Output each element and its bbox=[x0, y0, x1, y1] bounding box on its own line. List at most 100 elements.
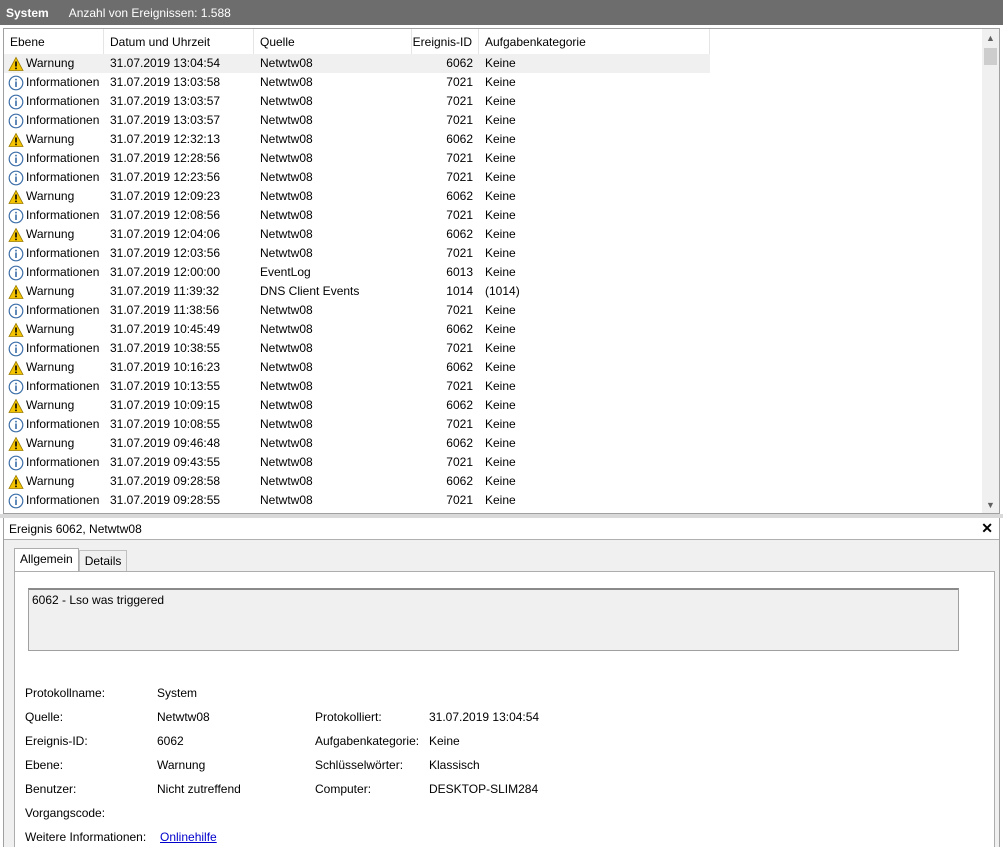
info-icon bbox=[8, 341, 24, 357]
cell-source: Netwtw08 bbox=[260, 75, 313, 89]
cell-category: Keine bbox=[485, 75, 516, 89]
level-text: Warnung bbox=[26, 227, 75, 241]
event-list[interactable]: Ebene Datum und Uhrzeit Quelle Ereignis-… bbox=[3, 28, 1000, 514]
table-row[interactable]: Warnung 31.07.2019 12:32:13 Netwtw08 6062 Ke… bbox=[4, 130, 984, 149]
info-icon bbox=[8, 151, 24, 167]
cell-source: Netwtw08 bbox=[260, 113, 313, 127]
cell-level: Warnung bbox=[4, 54, 104, 73]
warning-icon bbox=[8, 284, 24, 300]
cell-date: 31.07.2019 10:09:15 bbox=[110, 398, 221, 412]
label-source: Quelle: bbox=[25, 710, 64, 724]
detail-tabs: Allgemein Details bbox=[14, 548, 128, 572]
cell-source: Netwtw08 bbox=[260, 474, 313, 488]
cell-date: 31.07.2019 12:08:56 bbox=[110, 208, 221, 222]
cell-level: Warnung bbox=[4, 225, 104, 244]
warning-icon bbox=[8, 227, 24, 243]
cell-category: Keine bbox=[485, 189, 516, 203]
column-header-date[interactable]: Datum und Uhrzeit bbox=[104, 29, 254, 55]
vertical-scrollbar[interactable]: ▲ ▼ bbox=[982, 29, 999, 513]
info-icon bbox=[8, 455, 24, 471]
cell-event-id: 7021 bbox=[446, 75, 473, 89]
table-row[interactable]: Informationen 31.07.2019 13:03:57 Netwtw08… bbox=[4, 92, 984, 111]
event-count: Anzahl von Ereignissen: 1.588 bbox=[68, 5, 231, 20]
cell-level: Informationen bbox=[4, 301, 104, 320]
cell-level: Informationen bbox=[4, 244, 104, 263]
table-row[interactable]: Warnung 31.07.2019 11:39:32 DNS Client Eve… bbox=[4, 282, 984, 301]
warning-icon bbox=[8, 56, 24, 72]
warning-icon bbox=[8, 322, 24, 338]
table-row[interactable]: Informationen 31.07.2019 12:28:56 Netwtw08… bbox=[4, 149, 984, 168]
detail-header: Ereignis 6062, Netwtw08 ✕ bbox=[4, 518, 999, 540]
cell-level: Warnung bbox=[4, 358, 104, 377]
cell-event-id: 6062 bbox=[446, 132, 473, 146]
level-text: Informationen bbox=[26, 170, 100, 184]
column-header-event-id[interactable]: Ereignis-ID bbox=[412, 29, 479, 55]
cell-source: Netwtw08 bbox=[260, 208, 313, 222]
table-row[interactable]: Warnung 31.07.2019 13:04:54 Netwtw08 6062 Ke… bbox=[4, 54, 710, 73]
cell-category: Keine bbox=[485, 455, 516, 469]
scroll-thumb[interactable] bbox=[984, 48, 997, 65]
cell-date: 31.07.2019 12:32:13 bbox=[110, 132, 221, 146]
cell-event-id: 6062 bbox=[446, 398, 473, 412]
tab-details[interactable]: Details bbox=[78, 550, 128, 572]
cell-date: 31.07.2019 11:38:56 bbox=[110, 303, 220, 317]
table-row[interactable]: Informationen 31.07.2019 10:13:55 Netwtw08… bbox=[4, 377, 984, 396]
online-help-link[interactable]: Onlinehilfe bbox=[160, 830, 217, 844]
label-user: Benutzer: bbox=[25, 782, 77, 796]
table-row[interactable]: Informationen 31.07.2019 12:08:56 Netwtw08… bbox=[4, 206, 984, 225]
level-text: Informationen bbox=[26, 94, 100, 108]
table-row[interactable]: Informationen 31.07.2019 09:43:55 Netwtw08… bbox=[4, 453, 984, 472]
table-row[interactable]: Informationen 31.07.2019 09:28:55 Netwtw08… bbox=[4, 491, 984, 510]
cell-event-id: 7021 bbox=[446, 170, 473, 184]
info-icon bbox=[8, 208, 24, 224]
table-row[interactable]: Warnung 31.07.2019 10:09:15 Netwtw08 6062 Ke… bbox=[4, 396, 984, 415]
table-row[interactable]: Warnung 31.07.2019 09:28:58 Netwtw08 6062 Ke… bbox=[4, 472, 984, 491]
cell-source: Netwtw08 bbox=[260, 94, 313, 108]
table-row[interactable]: Warnung 31.07.2019 12:04:06 Netwtw08 6062 Ke… bbox=[4, 225, 984, 244]
cell-event-id: 6013 bbox=[446, 265, 473, 279]
cell-category: Keine bbox=[485, 227, 516, 241]
cell-date: 31.07.2019 12:04:06 bbox=[110, 227, 221, 241]
cell-source: Netwtw08 bbox=[260, 170, 313, 184]
level-text: Warnung bbox=[26, 56, 75, 70]
event-description[interactable]: 6062 - Lso was triggered bbox=[28, 588, 959, 651]
cell-date: 31.07.2019 13:03:57 bbox=[110, 113, 221, 127]
info-icon bbox=[8, 417, 24, 433]
table-row[interactable]: Informationen 31.07.2019 11:38:56 Netwtw08… bbox=[4, 301, 984, 320]
cell-source: EventLog bbox=[260, 265, 311, 279]
scroll-down-icon[interactable]: ▼ bbox=[982, 496, 999, 513]
info-icon bbox=[8, 170, 24, 186]
table-row[interactable]: Warnung 31.07.2019 12:09:23 Netwtw08 6062 Ke… bbox=[4, 187, 984, 206]
table-row[interactable]: Informationen 31.07.2019 12:00:00 EventLog… bbox=[4, 263, 984, 282]
level-text: Informationen bbox=[26, 151, 100, 165]
column-header-level[interactable]: Ebene bbox=[4, 29, 104, 55]
table-row[interactable]: Informationen 31.07.2019 10:38:55 Netwtw08… bbox=[4, 339, 984, 358]
table-row[interactable]: Informationen 31.07.2019 12:03:56 Netwtw08… bbox=[4, 244, 984, 263]
cell-category: Keine bbox=[485, 379, 516, 393]
table-row[interactable]: Warnung 31.07.2019 10:16:23 Netwtw08 6062 Ke… bbox=[4, 358, 984, 377]
label-log-name: Protokollname: bbox=[25, 686, 106, 700]
tab-general[interactable]: Allgemein bbox=[14, 548, 79, 572]
table-row[interactable]: Warnung 31.07.2019 09:46:48 Netwtw08 6062 Ke… bbox=[4, 434, 984, 453]
table-row[interactable]: Informationen 31.07.2019 10:08:55 Netwtw08… bbox=[4, 415, 984, 434]
cell-level: Informationen bbox=[4, 168, 104, 187]
cell-source: Netwtw08 bbox=[260, 360, 313, 374]
label-logged: Protokolliert: bbox=[315, 710, 382, 724]
column-header-category[interactable]: Aufgabenkategorie bbox=[479, 29, 710, 55]
table-row[interactable]: Informationen 31.07.2019 12:23:56 Netwtw08… bbox=[4, 168, 984, 187]
cell-source: Netwtw08 bbox=[260, 379, 313, 393]
close-icon[interactable]: ✕ bbox=[981, 520, 993, 537]
warning-icon bbox=[8, 189, 24, 205]
column-header-source[interactable]: Quelle bbox=[254, 29, 412, 55]
cell-date: 31.07.2019 09:28:55 bbox=[110, 493, 221, 507]
table-row[interactable]: Informationen 31.07.2019 13:03:57 Netwtw08… bbox=[4, 111, 984, 130]
cell-category: Keine bbox=[485, 322, 516, 336]
cell-source: Netwtw08 bbox=[260, 417, 313, 431]
cell-category: Keine bbox=[485, 341, 516, 355]
scroll-up-icon[interactable]: ▲ bbox=[982, 29, 999, 46]
label-computer: Computer: bbox=[315, 782, 372, 796]
cell-category: Keine bbox=[485, 417, 516, 431]
table-row[interactable]: Informationen 31.07.2019 13:03:58 Netwtw08… bbox=[4, 73, 984, 92]
table-row[interactable]: Warnung 31.07.2019 10:45:49 Netwtw08 6062 Ke… bbox=[4, 320, 984, 339]
warning-icon bbox=[8, 398, 24, 414]
